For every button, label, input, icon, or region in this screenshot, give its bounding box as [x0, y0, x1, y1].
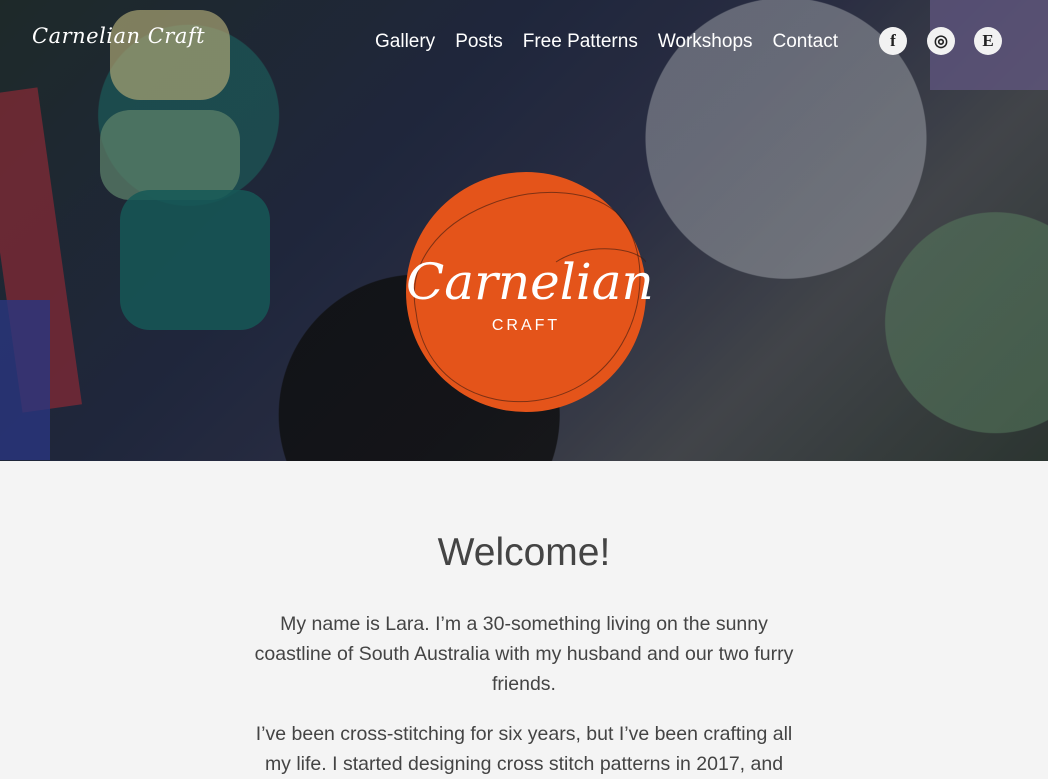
nav-contact[interactable]: Contact	[773, 31, 838, 53]
badge-title: Carnelian	[406, 253, 654, 311]
main-content: Welcome! My name is Lara. I’m a 30-somet…	[0, 461, 1048, 775]
instagram-icon[interactable]: ◎	[927, 27, 955, 55]
main-nav: Gallery Posts Free Patterns Workshops Co…	[375, 31, 838, 53]
badge-subtitle: CRAFT	[491, 317, 561, 334]
etsy-icon[interactable]: E	[974, 27, 1002, 55]
bio-paragraph: I’ve been cross-stitching for six years,…	[255, 723, 793, 775]
nav-free-patterns[interactable]: Free Patterns	[523, 31, 638, 53]
hero-banner: Carnelian Craft Gallery Posts Free Patte…	[0, 0, 1048, 461]
nav-workshops[interactable]: Workshops	[658, 31, 753, 53]
facebook-icon[interactable]: f	[879, 27, 907, 55]
site-logo[interactable]: Carnelian Craft	[32, 24, 205, 48]
brand-badge: Carnelian CRAFT	[406, 172, 654, 412]
nav-gallery[interactable]: Gallery	[375, 31, 435, 53]
intro-paragraph: My name is Lara. I’m a 30-something livi…	[254, 613, 794, 695]
nav-posts[interactable]: Posts	[455, 31, 503, 53]
page-title: Welcome!	[437, 531, 611, 574]
